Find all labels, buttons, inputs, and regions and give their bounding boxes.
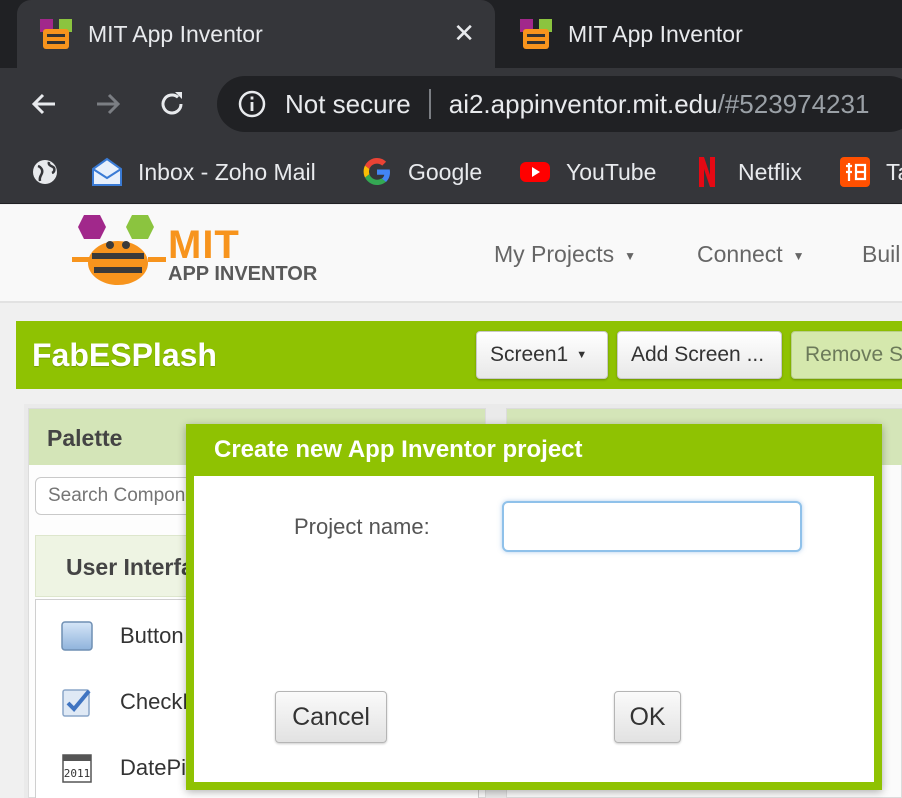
component-label: Button [120,623,184,648]
bookmark-globe[interactable] [28,152,62,192]
tab-title: MIT App Inventor [88,20,263,47]
url-host: ai2.appinventor.mit.edu [448,88,718,119]
ok-button[interactable]: OK [614,691,681,743]
project-name-input[interactable] [502,501,802,552]
bookmark-label: YouTube [566,158,657,185]
logo-text-mit: MIT [168,223,240,267]
screen-select-button[interactable]: Screen1 ▼ [476,331,608,379]
add-screen-label: Add Screen ... [631,343,765,366]
browser-tab-strip: MIT App Inventor ✕ MIT App Inventor [0,0,902,68]
security-label: Not secure [285,88,411,119]
app-inventor-favicon-icon [40,19,72,49]
create-project-dialog: Create new App Inventor project Project … [186,424,882,790]
netflix-icon [690,155,724,189]
address-bar[interactable]: Not secure ai2.appinventor.mit.edu /#523… [217,76,902,132]
checkbox-icon [60,685,94,719]
add-screen-button[interactable]: Add Screen ... [617,331,782,379]
menu-build[interactable]: Buil [862,241,900,268]
caret-down-icon: ▼ [624,248,637,263]
tab-close-icon[interactable]: ✕ [453,16,475,50]
google-icon [360,155,394,189]
bookmark-label: Netflix [738,158,802,185]
browser-tab-inactive[interactable]: MIT App Inventor [497,0,902,68]
app-inventor-favicon-icon [520,19,552,49]
remove-screen-button[interactable]: Remove S [791,331,902,379]
dialog-body: Project name: Cancel OK [194,476,874,782]
bookmark-label: Inbox - Zoho Mail [138,158,316,185]
app-top-nav: MIT APP INVENTOR My Projects ▼ Connect ▼ B… [0,205,902,303]
caret-down-icon: ▼ [576,349,588,361]
cancel-button[interactable]: Cancel [275,691,387,743]
project-name-label: Project name: [294,514,430,539]
remove-screen-label: Remove S [805,343,902,366]
tab-title: MIT App Inventor [568,20,743,47]
bookmark-taobao[interactable]: Ta [838,152,902,192]
button-icon [60,619,94,653]
bookmarks-bar: Inbox - Zoho Mail Google YouTube Netflix… [0,140,902,204]
browser-toolbar: Not secure ai2.appinventor.mit.edu /#523… [0,68,902,140]
project-toolbar: FabESPlash Screen1 ▼ Add Screen ... Remov… [16,321,902,389]
menu-my-projects[interactable]: My Projects ▼ [494,241,636,268]
bookmark-youtube[interactable]: YouTube [518,152,656,192]
svg-text:2011: 2011 [64,767,91,780]
youtube-icon [518,155,552,189]
browser-tab-active[interactable]: MIT App Inventor ✕ [17,0,495,68]
info-icon[interactable] [237,89,267,119]
menu-label: Buil [862,241,901,267]
taobao-icon [838,155,872,189]
bookmark-label: Google [408,158,483,185]
project-name: FabESPlash [32,337,217,373]
bookmark-label: Ta [886,158,902,185]
url-path: /#523974231 [717,88,870,119]
bookmark-netflix[interactable]: Netflix [690,152,802,192]
address-separator [428,89,431,119]
zoho-mail-icon [90,155,124,189]
screen-select-label: Screen1 [490,343,569,366]
caret-down-icon: ▼ [792,248,805,263]
reload-icon[interactable] [154,86,190,122]
datepicker-icon: 2011 [60,751,94,785]
bookmark-zoho-mail[interactable]: Inbox - Zoho Mail [90,152,316,192]
globe-icon [28,155,62,189]
bookmark-google[interactable]: Google [360,152,482,192]
menu-connect[interactable]: Connect ▼ [697,241,805,268]
logo-text-app-inventor: APP INVENTOR [168,263,318,285]
app-inventor-logo-icon[interactable] [70,213,170,291]
palette-title: Palette [47,425,123,451]
forward-arrow-icon[interactable] [90,86,126,122]
back-arrow-icon[interactable] [26,86,62,122]
dialog-title: Create new App Inventor project [214,436,583,463]
menu-label: My Projects [494,241,615,267]
menu-label: Connect [697,241,783,267]
